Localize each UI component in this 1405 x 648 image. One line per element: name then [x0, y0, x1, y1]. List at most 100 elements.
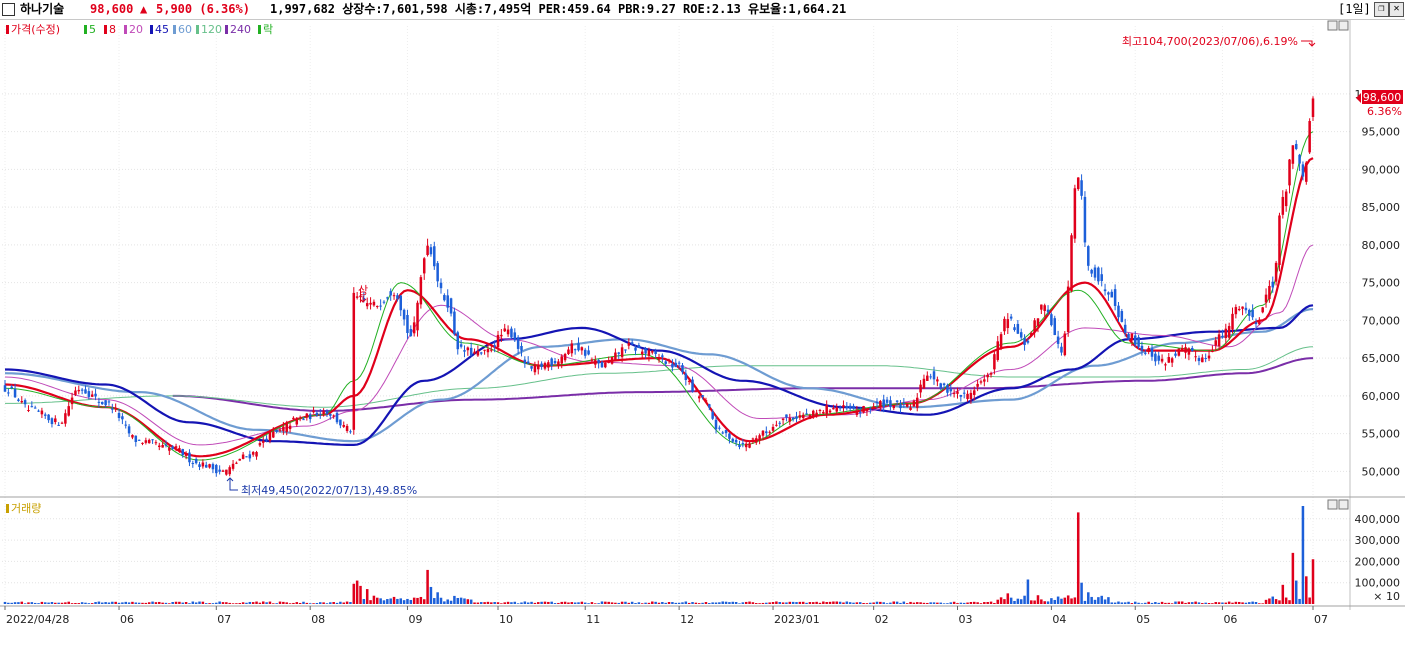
candle-body: [651, 351, 654, 353]
candle-body: [308, 414, 312, 420]
volume-bar: [43, 602, 47, 604]
candle-body: [288, 425, 292, 430]
candle-body: [973, 390, 976, 395]
candle-body: [1043, 305, 1046, 311]
period-selector[interactable]: [1일]: [1338, 2, 1371, 17]
candle-body: [248, 454, 252, 459]
price-pane-minimize-icon[interactable]: [1327, 20, 1338, 31]
volume-bar: [30, 602, 34, 604]
candle-body: [1177, 348, 1181, 356]
volume-bar: [590, 602, 594, 604]
volume-bar: [1133, 601, 1137, 604]
volume-bar: [869, 602, 872, 604]
candle-body: [255, 452, 258, 457]
volume-bar: [154, 602, 158, 604]
volume-bar: [386, 599, 389, 604]
volume-bar: [999, 597, 1003, 604]
volume-bar: [90, 603, 94, 604]
volume-bar: [1123, 602, 1127, 604]
candle-body: [1281, 196, 1285, 215]
candle-body: [295, 417, 299, 425]
candle-body: [352, 292, 356, 430]
volume-bar: [654, 601, 657, 604]
candle-body: [201, 462, 205, 467]
volume-bar: [332, 602, 335, 604]
volume-bar: [13, 602, 17, 604]
volume-bar: [33, 602, 37, 604]
volume-pane-close-icon[interactable]: [1338, 499, 1349, 510]
volume-bar: [459, 597, 463, 604]
volume-bar: [1107, 597, 1110, 604]
candle-body: [208, 464, 211, 468]
volume-bar: [426, 569, 429, 604]
pane-borders: [0, 20, 1405, 610]
candle-body: [617, 352, 621, 354]
volume-bar: [272, 603, 275, 604]
candle-body: [171, 446, 174, 449]
volume-bar: [570, 602, 574, 604]
volume-bar: [506, 601, 510, 604]
candle-body: [640, 351, 644, 355]
candle-body: [1224, 328, 1228, 339]
candle-body: [1264, 294, 1268, 303]
volume-legend: 거래량: [6, 502, 41, 515]
volume-bar: [493, 602, 496, 604]
volume-bar: [1298, 598, 1301, 604]
candle-body: [57, 424, 60, 426]
candle-body: [1288, 159, 1291, 186]
price-pane-close-icon[interactable]: [1338, 20, 1349, 31]
close-window-icon[interactable]: ✕: [1389, 2, 1404, 17]
candle-body: [1100, 274, 1103, 281]
volume-bar: [1053, 599, 1057, 604]
candle-body: [892, 405, 896, 409]
volume-bar: [1113, 602, 1117, 604]
volume-bar: [513, 601, 517, 604]
volume-bar: [228, 602, 231, 604]
candle-body: [1274, 262, 1278, 282]
candle-body: [107, 401, 111, 403]
candle-body: [822, 411, 825, 414]
volume-bar: [225, 602, 228, 604]
volume-bar: [268, 601, 272, 604]
volume-pane-minimize-icon[interactable]: [1327, 499, 1338, 510]
candle-body: [1231, 313, 1234, 330]
candle-body: [624, 349, 627, 351]
candle-body: [540, 363, 543, 367]
candle-body: [483, 349, 486, 351]
volume-bar: [342, 602, 345, 604]
select-checkbox[interactable]: [2, 3, 15, 16]
price-legend: 가격(수정) 5 8 20 45 60 120 240 락: [6, 23, 273, 36]
volume-bar: [969, 601, 973, 604]
restore-window-icon[interactable]: ❐: [1374, 2, 1389, 17]
volume-bar: [60, 602, 64, 604]
candle-body: [94, 393, 97, 397]
volume-bar: [1271, 596, 1275, 604]
volume-bar: [258, 602, 262, 604]
ma60-line: [4, 308, 1314, 443]
candle-body: [1023, 337, 1026, 345]
candle-body: [942, 383, 946, 386]
volume-bar: [1130, 603, 1134, 604]
candle-body: [1016, 323, 1020, 334]
volume-bar: [765, 602, 768, 604]
candle-body: [285, 423, 288, 432]
volume-bar: [1137, 602, 1140, 604]
volume-bar: [768, 602, 771, 604]
volume-bar: [731, 601, 735, 604]
volume-bar: [1211, 603, 1214, 604]
volume-bar: [74, 603, 77, 604]
volume-bar: [194, 602, 198, 604]
candle-body: [87, 391, 91, 397]
volume-bar: [1009, 597, 1013, 604]
candle-body: [121, 416, 124, 420]
candle-body: [1113, 289, 1117, 306]
candle-body: [127, 426, 131, 434]
volume-bar: [439, 597, 443, 604]
volume-bar: [1305, 576, 1308, 604]
candle-body: [855, 410, 859, 415]
candle-body: [744, 443, 748, 448]
volume-bar: [476, 602, 480, 604]
volume-bar: [557, 602, 560, 604]
date-tick-label: 11: [586, 613, 600, 626]
candle-body: [1241, 306, 1244, 309]
